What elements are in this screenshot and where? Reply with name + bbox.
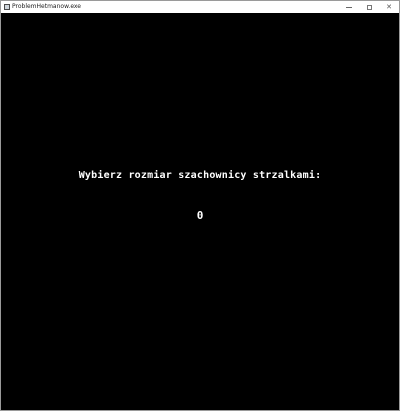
- app-window: ProblemHetmanow.exe ✕ Wybierz rozmiar sz…: [0, 0, 400, 411]
- minimize-button[interactable]: [339, 1, 359, 13]
- app-icon: [4, 4, 10, 10]
- board-size-value: 0: [196, 209, 204, 222]
- minimize-icon: [346, 6, 352, 8]
- window-controls: ✕: [339, 1, 399, 13]
- game-canvas[interactable]: Wybierz rozmiar szachownicy strzalkami: …: [1, 13, 399, 410]
- board-size-prompt: Wybierz rozmiar szachownicy strzalkami:: [78, 170, 322, 181]
- close-button[interactable]: ✕: [379, 1, 399, 13]
- title-bar[interactable]: ProblemHetmanow.exe ✕: [1, 1, 399, 13]
- close-icon: ✕: [386, 3, 392, 11]
- maximize-button[interactable]: [359, 1, 379, 13]
- window-title: ProblemHetmanow.exe: [12, 3, 81, 10]
- maximize-icon: [366, 4, 372, 10]
